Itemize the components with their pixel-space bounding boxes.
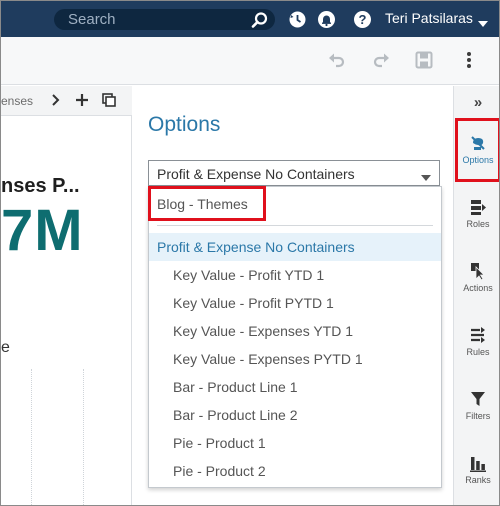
app-window: Search ? Teri Patsilaras enses nses P...… <box>0 0 500 506</box>
dropdown-item[interactable]: Pie - Product 1 <box>149 429 441 457</box>
dropdown-item[interactable]: Key Value - Profit YTD 1 <box>149 261 441 289</box>
dropdown-item[interactable]: Key Value - Profit PYTD 1 <box>149 289 441 317</box>
chevron-down-icon[interactable] <box>421 169 431 187</box>
top-banner: Search ? Teri Patsilaras <box>1 1 499 37</box>
report-toolbar <box>1 37 499 85</box>
chart-gridline <box>83 369 84 505</box>
chevron-down-icon[interactable] <box>478 15 488 33</box>
ranks-bars-icon <box>470 454 486 477</box>
dropdown-item[interactable]: Bar - Product Line 1 <box>149 373 441 401</box>
redo-icon[interactable] <box>372 51 390 74</box>
pane-title: Options <box>148 113 221 136</box>
search-input[interactable]: Search <box>54 9 275 30</box>
roles-icon <box>470 198 486 221</box>
actions-cursor-icon <box>470 262 486 285</box>
page-tab[interactable]: enses <box>1 94 33 108</box>
kpi-value: 7M <box>1 198 84 263</box>
rail-item-label: Filters <box>465 411 491 421</box>
rail-item-filters[interactable]: Filters <box>454 386 499 442</box>
object-select-value: Profit & Expense No Containers <box>157 166 355 182</box>
dropdown-item-profit-expense[interactable]: Profit & Expense No Containers <box>149 233 441 261</box>
chart-title-fragment: e <box>1 339 10 356</box>
rail-item-roles[interactable]: Roles <box>454 194 499 250</box>
filter-funnel-icon <box>470 390 486 413</box>
chart-gridline <box>31 369 32 505</box>
undo-icon[interactable] <box>328 51 346 74</box>
callout-highlight-box <box>455 118 499 182</box>
chevron-right-icon[interactable] <box>51 93 61 112</box>
kpi-title: nses P... <box>1 175 80 197</box>
object-dropdown-list: Blog - Themes Profit & Expense No Contai… <box>148 186 442 488</box>
help-icon[interactable]: ? <box>353 10 372 34</box>
rail-item-label: Rules <box>466 347 490 357</box>
rail-item-actions[interactable]: Actions <box>454 258 499 314</box>
object-select[interactable]: Profit & Expense No Containers <box>148 160 440 186</box>
options-pane: Options Profit & Expense No Containers B… <box>132 86 453 505</box>
right-rail: » Options Roles Actions Rules Filters Ra… <box>453 86 499 505</box>
search-placeholder: Search <box>68 11 116 28</box>
more-vertical-icon[interactable] <box>460 51 478 74</box>
search-icon[interactable] <box>251 11 269 34</box>
add-icon[interactable] <box>75 93 89 112</box>
rail-item-rules[interactable]: Rules <box>454 322 499 378</box>
dropdown-divider <box>157 225 433 226</box>
copy-icon[interactable] <box>102 93 116 112</box>
collapse-chevron-icon[interactable]: » <box>454 94 499 111</box>
dropdown-item[interactable]: Pie - Product 2 <box>149 457 441 485</box>
dropdown-item[interactable]: Key Value - Expenses YTD 1 <box>149 317 441 345</box>
dropdown-item[interactable]: Bar - Product Line 2 <box>149 401 441 429</box>
save-icon[interactable] <box>415 51 433 74</box>
report-canvas: enses nses P... 7M e <box>1 86 132 505</box>
rail-item-label: Roles <box>466 219 490 229</box>
dropdown-item[interactable]: Key Value - Expenses PYTD 1 <box>149 345 441 373</box>
svg-text:?: ? <box>359 12 367 27</box>
rules-icon <box>470 326 486 349</box>
page-tab-strip: enses <box>1 86 132 116</box>
history-icon[interactable] <box>288 10 307 34</box>
rail-item-label: Ranks <box>465 475 491 485</box>
notification-bell-icon[interactable] <box>317 10 336 34</box>
callout-highlight-box <box>148 186 266 221</box>
rail-item-ranks[interactable]: Ranks <box>454 450 499 505</box>
rail-item-label: Actions <box>463 283 493 293</box>
user-name[interactable]: Teri Patsilaras <box>385 10 473 26</box>
